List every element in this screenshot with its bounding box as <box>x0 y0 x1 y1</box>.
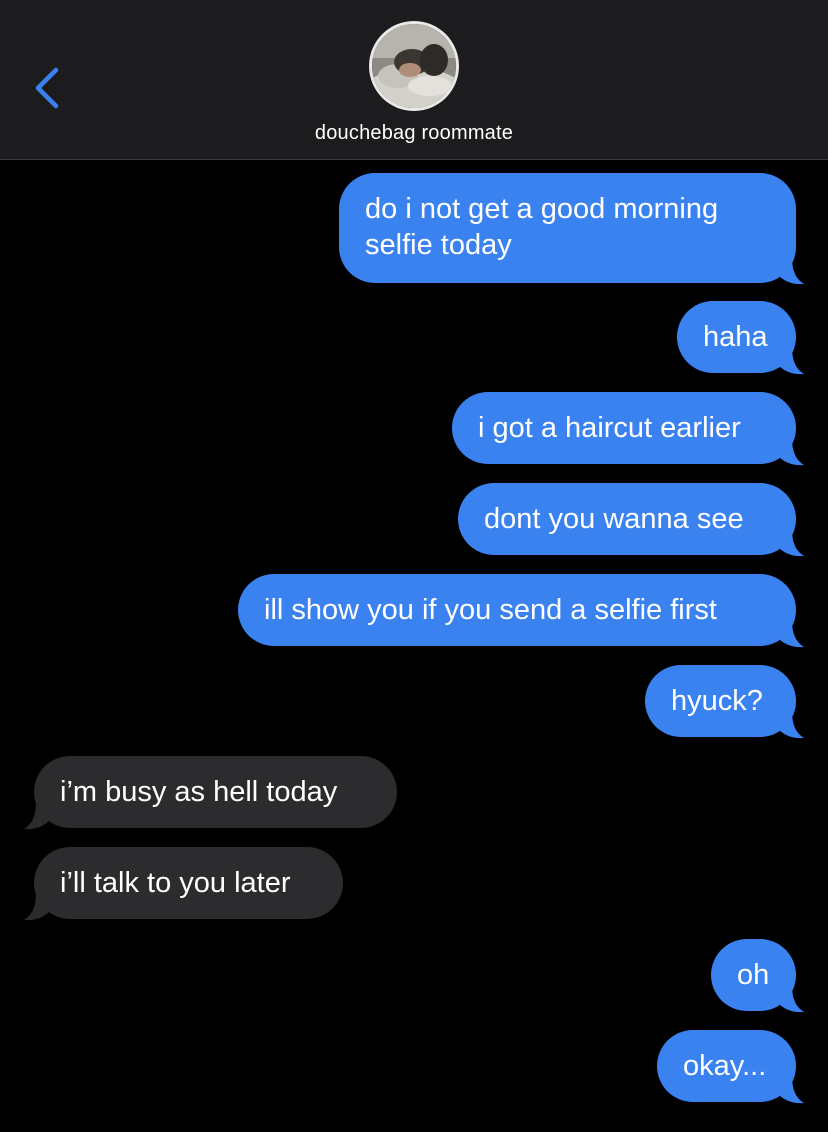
message-bubble-sent[interactable]: dont you wanna see <box>458 483 796 555</box>
message-bubble-sent[interactable]: ill show you if you send a selfie first <box>238 574 796 646</box>
chevron-left-icon <box>35 67 59 109</box>
back-button[interactable] <box>22 60 70 116</box>
message-thread: do i not get a good morning selfie today… <box>0 160 828 1132</box>
conversation-header: douchebag roommate <box>0 0 828 160</box>
message-bubble-sent[interactable]: hyuck? <box>645 665 796 737</box>
contact-avatar[interactable] <box>372 24 456 108</box>
message-bubble-sent[interactable]: i got a haircut earlier <box>452 392 796 464</box>
avatar-image <box>372 24 456 108</box>
message-bubble-sent[interactable]: do i not get a good morning selfie today <box>339 173 796 283</box>
message-bubble-sent[interactable]: okay... <box>657 1030 796 1102</box>
message-bubble-sent[interactable]: haha <box>677 301 796 373</box>
contact-name[interactable]: douchebag roommate <box>0 122 828 145</box>
message-bubble-received[interactable]: i’ll talk to you later <box>34 847 343 919</box>
message-bubble-received[interactable]: i’m busy as hell today <box>34 756 397 828</box>
message-bubble-sent[interactable]: oh <box>711 939 796 1011</box>
